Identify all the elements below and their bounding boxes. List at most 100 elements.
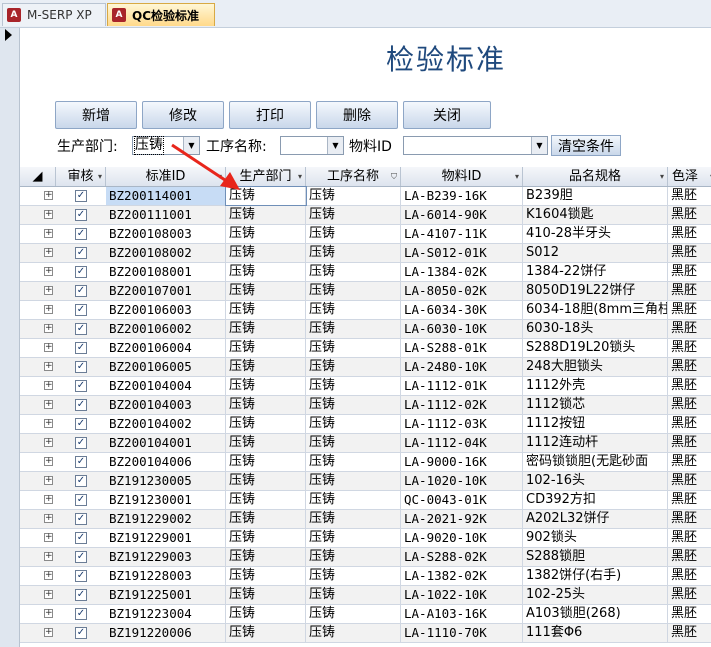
- cell-standard-id[interactable]: BZ200104002: [106, 415, 226, 433]
- cell-department[interactable]: 压铸: [226, 529, 306, 547]
- print-button[interactable]: 打印: [229, 101, 311, 129]
- cell-department[interactable]: 压铸: [226, 434, 306, 452]
- cell-color[interactable]: 黑胚: [668, 624, 711, 642]
- cell-standard-id[interactable]: BZ191223004: [106, 605, 226, 623]
- cell-color[interactable]: 黑胚: [668, 567, 711, 585]
- cell-department[interactable]: 压铸: [226, 282, 306, 300]
- expand-subdatasheet-icon[interactable]: +: [44, 495, 53, 504]
- sort-dropdown-icon[interactable]: ▾: [298, 167, 302, 186]
- cell-spec[interactable]: 6034-18胆(8mm三角柱: [523, 301, 668, 319]
- cell-spec[interactable]: 1112按钮: [523, 415, 668, 433]
- cell-material-id[interactable]: LA-2021-92K: [401, 510, 523, 528]
- table-row[interactable]: + ✓ BZ191220006 压铸 压铸 LA-1110-70K 111套Φ6 黑胚: [20, 624, 711, 643]
- table-row[interactable]: + ✓ BZ200106004 压铸 压铸 LA-S288-01K S288D19L20锁头…: [20, 339, 711, 358]
- cell-material-id[interactable]: LA-6014-90K: [401, 206, 523, 224]
- cell-process[interactable]: 压铸: [306, 510, 401, 528]
- cell-standard-id[interactable]: BZ200106003: [106, 301, 226, 319]
- cell-spec[interactable]: S288锁胆: [523, 548, 668, 566]
- cell-process[interactable]: 压铸: [306, 472, 401, 490]
- approved-checkbox[interactable]: ✓: [75, 437, 87, 449]
- cell-department[interactable]: 压铸: [225, 186, 307, 206]
- cell-standard-id[interactable]: BZ200104001: [106, 434, 226, 452]
- approved-checkbox[interactable]: ✓: [75, 627, 87, 639]
- column-header-approved[interactable]: 审核 ▾: [56, 167, 106, 186]
- cell-color[interactable]: 黑胚: [668, 377, 711, 395]
- close-button[interactable]: 关闭: [403, 101, 491, 129]
- expand-subdatasheet-icon[interactable]: +: [44, 419, 53, 428]
- cell-standard-id[interactable]: BZ191229002: [106, 510, 226, 528]
- table-row[interactable]: + ✓ BZ191228003 压铸 压铸 LA-1382-02K 1382饼仔(右手) 黑胚: [20, 567, 711, 586]
- table-row[interactable]: + ✓ BZ191229001 压铸 压铸 LA-9020-10K 902锁头 黑胚: [20, 529, 711, 548]
- expand-subdatasheet-icon[interactable]: +: [44, 381, 53, 390]
- cell-department[interactable]: 压铸: [226, 301, 306, 319]
- approved-checkbox[interactable]: ✓: [75, 475, 87, 487]
- edit-button[interactable]: 修改: [142, 101, 224, 129]
- cell-spec[interactable]: S288D19L20锁头: [523, 339, 668, 357]
- cell-standard-id[interactable]: BZ191228003: [106, 567, 226, 585]
- expand-subdatasheet-icon[interactable]: +: [44, 590, 53, 599]
- table-row[interactable]: + ✓ BZ191225001 压铸 压铸 LA-1022-10K 102-25头 黑胚: [20, 586, 711, 605]
- cell-color[interactable]: 黑胚: [668, 301, 711, 319]
- chevron-down-icon[interactable]: ▼: [327, 137, 343, 154]
- cell-standard-id[interactable]: BZ191229003: [106, 548, 226, 566]
- cell-color[interactable]: 黑胚: [668, 510, 711, 528]
- table-row[interactable]: + ✓ BZ200114001 压铸 压铸 LA-B239-16K B239胆 黑胚: [20, 186, 711, 206]
- cell-material-id[interactable]: LA-S288-02K: [401, 548, 523, 566]
- cell-process[interactable]: 压铸: [306, 263, 401, 281]
- cell-standard-id[interactable]: BZ200104004: [106, 377, 226, 395]
- cell-process[interactable]: 压铸: [306, 377, 401, 395]
- filter-applied-icon[interactable]: ⛉: [391, 167, 397, 186]
- column-header-department[interactable]: 生产部门 ▾: [226, 167, 306, 186]
- cell-spec[interactable]: 1112锁芯: [523, 396, 668, 414]
- cell-standard-id[interactable]: BZ191229001: [106, 529, 226, 547]
- table-row[interactable]: + ✓ BZ200108001 压铸 压铸 LA-1384-02K 1384-22饼仔 黑胚: [20, 263, 711, 282]
- cell-process[interactable]: 压铸: [306, 396, 401, 414]
- cell-process[interactable]: 压铸: [306, 225, 401, 243]
- material-filter-combo[interactable]: ▼: [403, 136, 548, 155]
- table-row[interactable]: + ✓ BZ191230005 压铸 压铸 LA-1020-10K 102-16头 黑胚: [20, 472, 711, 491]
- clear-filters-button[interactable]: 清空条件: [551, 135, 621, 156]
- cell-department[interactable]: 压铸: [226, 491, 306, 509]
- cell-material-id[interactable]: QC-0043-01K: [401, 491, 523, 509]
- table-row[interactable]: + ✓ BZ191223004 压铸 压铸 LA-A103-16K A103锁胆(268) 黑…: [20, 605, 711, 624]
- cell-department[interactable]: 压铸: [226, 377, 306, 395]
- cell-color[interactable]: 黑胚: [668, 263, 711, 281]
- cell-spec[interactable]: 1382饼仔(右手): [523, 567, 668, 585]
- expand-subdatasheet-icon[interactable]: +: [44, 229, 53, 238]
- cell-process[interactable]: 压铸: [306, 339, 401, 357]
- cell-spec[interactable]: A103锁胆(268): [523, 605, 668, 623]
- cell-spec[interactable]: B239胆: [523, 187, 668, 205]
- cell-department[interactable]: 压铸: [226, 320, 306, 338]
- approved-checkbox[interactable]: ✓: [75, 361, 87, 373]
- cell-standard-id[interactable]: BZ191220006: [106, 624, 226, 642]
- cell-spec[interactable]: 902锁头: [523, 529, 668, 547]
- sort-dropdown-icon[interactable]: ▾: [660, 167, 664, 186]
- cell-standard-id[interactable]: BZ200114001: [106, 187, 226, 205]
- cell-department[interactable]: 压铸: [226, 605, 306, 623]
- cell-standard-id[interactable]: BZ200106004: [106, 339, 226, 357]
- select-all-corner[interactable]: ◢: [20, 167, 56, 186]
- cell-process[interactable]: 压铸: [306, 586, 401, 604]
- cell-spec[interactable]: 1112外壳: [523, 377, 668, 395]
- cell-material-id[interactable]: LA-B239-16K: [401, 187, 523, 205]
- cell-process[interactable]: 压铸: [306, 320, 401, 338]
- cell-material-id[interactable]: LA-S288-01K: [401, 339, 523, 357]
- cell-material-id[interactable]: LA-A103-16K: [401, 605, 523, 623]
- cell-color[interactable]: 黑胚: [668, 244, 711, 262]
- expand-subdatasheet-icon[interactable]: +: [44, 248, 53, 257]
- approved-checkbox[interactable]: ✓: [75, 304, 87, 316]
- cell-department[interactable]: 压铸: [226, 358, 306, 376]
- cell-color[interactable]: 黑胚: [668, 339, 711, 357]
- table-row[interactable]: + ✓ BZ200106002 压铸 压铸 LA-6030-10K 6030-18头 黑胚: [20, 320, 711, 339]
- cell-department[interactable]: 压铸: [226, 453, 306, 471]
- table-row[interactable]: + ✓ BZ200108002 压铸 压铸 LA-S012-01K S012 黑胚: [20, 244, 711, 263]
- cell-process[interactable]: 压铸: [306, 529, 401, 547]
- cell-department[interactable]: 压铸: [226, 586, 306, 604]
- table-row[interactable]: + ✓ BZ200104001 压铸 压铸 LA-1112-04K 1112连动杆 黑胚: [20, 434, 711, 453]
- cell-process[interactable]: 压铸: [306, 624, 401, 642]
- column-header-standard-id[interactable]: 标准ID ▾: [106, 167, 226, 186]
- cell-spec[interactable]: 102-16头: [523, 472, 668, 490]
- cell-standard-id[interactable]: BZ200108002: [106, 244, 226, 262]
- cell-process[interactable]: 压铸: [306, 415, 401, 433]
- approved-checkbox[interactable]: ✓: [75, 285, 87, 297]
